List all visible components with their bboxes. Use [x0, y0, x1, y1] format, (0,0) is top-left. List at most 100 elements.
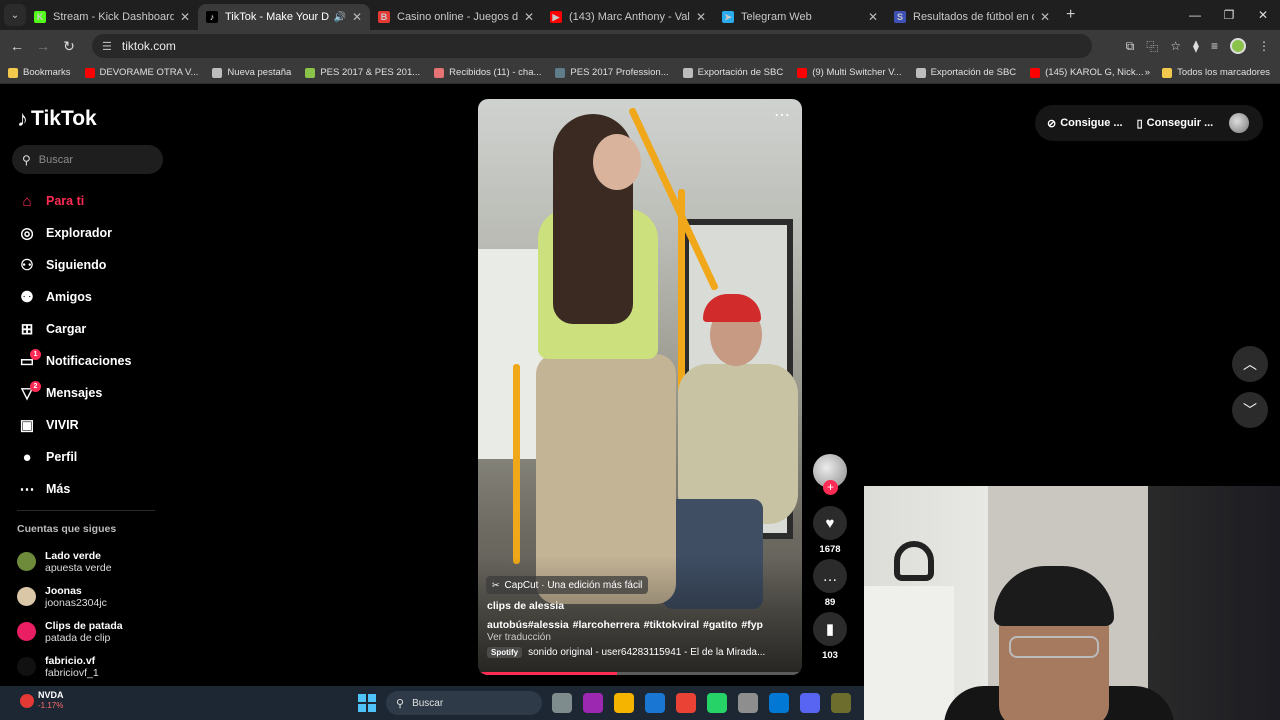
video-author[interactable]: clips de alessia [487, 600, 564, 612]
sidebar-item-upload[interactable]: ⊞ Cargar [17, 313, 167, 345]
friends-icon: ⚉ [20, 289, 34, 306]
search-input[interactable]: ⚲ Buscar [12, 145, 163, 174]
bookmark-item[interactable]: Exportación de SBC [682, 67, 783, 78]
next-video-button[interactable]: ﹀ [1232, 392, 1268, 428]
following-item[interactable]: Lado verde apuesta verde [17, 544, 123, 579]
sidebar-item-messages[interactable]: ▽ 2 Mensajes [17, 377, 167, 409]
close-tab-icon[interactable]: ✕ [524, 10, 534, 24]
bookmark-item[interactable]: (9) Multi Switcher V... [797, 67, 902, 78]
taskbar-app-icon[interactable] [800, 693, 820, 713]
tiktok-logo[interactable]: ♪ TikTok [17, 106, 97, 132]
close-window-icon[interactable]: ✕ [1246, 8, 1280, 22]
get-app-label: Conseguir ... [1146, 117, 1214, 129]
comment-button[interactable]: … [813, 559, 847, 593]
windows-start-icon[interactable] [358, 694, 376, 712]
sidebar-nav: ⌂ Para ti ◎ Explorador ⚇ Siguiendo ⚉ Amigos ⊞ Car… [17, 185, 167, 505]
taskbar-app-icon[interactable] [738, 693, 758, 713]
chevron-right-icon[interactable]: » [1145, 67, 1150, 78]
tab-search-button[interactable]: ⌄ [4, 4, 26, 26]
restore-icon[interactable]: ❐ [1212, 8, 1246, 22]
site-info-icon[interactable]: ☰ [102, 40, 112, 53]
video-player[interactable]: ⋯ ✂ CapCut · Una edición más fácil clips… [478, 99, 802, 675]
new-tab-button[interactable]: + [1066, 6, 1075, 24]
sidebar-item-home[interactable]: ⌂ Para ti [17, 185, 167, 217]
taskbar-app-icon[interactable] [831, 693, 851, 713]
sidebar-item-more[interactable]: ⋯ Más [17, 473, 167, 505]
tab-favicon-icon: B [378, 11, 390, 23]
video-sound[interactable]: Spotify sonido original - user6428311594… [487, 647, 765, 658]
profile-avatar[interactable] [1230, 38, 1246, 54]
browser-tab[interactable]: ➤ Telegram Web ✕ [714, 4, 886, 30]
creator-avatar[interactable]: + [813, 454, 847, 495]
browser-tab[interactable]: S Resultados de fútbol en directo ✕ [886, 4, 1058, 30]
browser-tab[interactable]: ♪ TikTok - Make Your Day 🔊 ✕ [198, 4, 370, 30]
following-item[interactable]: Clips de patada patada de clip [17, 614, 123, 649]
see-translation-link[interactable]: Ver traducción [487, 632, 551, 643]
taskbar-apps [552, 693, 851, 713]
following-item[interactable]: Joonas joonas2304jc [17, 579, 123, 614]
close-tab-icon[interactable]: ✕ [696, 10, 706, 24]
speaker-icon[interactable]: 🔊 [333, 12, 345, 23]
stock-widget[interactable]: NVDA -1.17% [20, 690, 64, 711]
bookmark-item[interactable]: DEVORAME OTRA V... [84, 67, 198, 78]
get-coins-button[interactable]: ⊘ Consigue ... [1047, 117, 1123, 130]
taskbar-app-icon[interactable] [645, 693, 665, 713]
taskbar-app-icon[interactable] [552, 693, 572, 713]
bookmark-item[interactable]: PES 2017 & PES 201... [305, 67, 420, 78]
browser-tab[interactable]: B Casino online - Juegos de casino ✕ [370, 4, 542, 30]
taskbar-app-icon[interactable] [676, 693, 696, 713]
taskbar-search[interactable]: ⚲ Buscar [386, 691, 542, 715]
sidebar-item-compass[interactable]: ◎ Explorador [17, 217, 167, 249]
capcut-badge[interactable]: ✂ CapCut · Una edición más fácil [486, 576, 649, 594]
taskbar-search-placeholder: Buscar [412, 697, 444, 709]
like-button[interactable]: ♥ [813, 506, 847, 540]
sidebar-item-following[interactable]: ⚇ Siguiendo [17, 249, 167, 281]
close-tab-icon[interactable]: ✕ [1040, 10, 1050, 24]
tab-favicon-icon: ♪ [206, 11, 218, 23]
url-field[interactable]: ☰ tiktok.com [92, 34, 1092, 58]
browser-tab[interactable]: ▶ (143) Marc Anthony - Valio La P ✕ [542, 4, 714, 30]
tab-favicon-icon: ▶ [550, 11, 562, 23]
cast-icon[interactable]: ⧉ [1126, 39, 1135, 54]
search-icon: ⚲ [22, 152, 31, 167]
bookmark-item[interactable]: PES 2017 Profession... [555, 67, 669, 78]
close-tab-icon[interactable]: ✕ [868, 10, 878, 24]
browser-tab-strip: ⌄ K Stream - Kick Dashboard ✕ ♪ TikTok - Mak… [0, 0, 1280, 30]
star-icon[interactable]: ☆ [1170, 39, 1181, 53]
save-button[interactable]: ▮ [813, 612, 847, 646]
extensions-icon[interactable]: ⧫ [1193, 39, 1199, 53]
bookmark-item[interactable]: Nueva pestaña [212, 67, 291, 78]
following-item[interactable]: fabricio.vf fabriciovf_1 [17, 649, 123, 684]
video-progress-bar[interactable] [478, 672, 802, 675]
browser-tab[interactable]: K Stream - Kick Dashboard ✕ [26, 4, 198, 30]
bookmark-item[interactable]: (145) KAROL G, Nick... [1030, 67, 1144, 78]
close-tab-icon[interactable]: ✕ [180, 10, 190, 24]
back-icon[interactable]: ← [4, 38, 30, 54]
video-caption[interactable]: autobús#alessia #larcoherrera #tiktokvir… [487, 619, 763, 631]
bookmark-item[interactable]: Recibidos (11) - cha... [434, 67, 541, 78]
sidebar-item-friends[interactable]: ⚉ Amigos [17, 281, 167, 313]
sidebar-item-live[interactable]: ▣ VIVIR [17, 409, 167, 441]
all-bookmarks-button[interactable]: Todos los marcadores [1162, 67, 1270, 78]
bookmark-item[interactable]: Bookmarks [8, 67, 71, 78]
compass-icon: ◎ [20, 225, 34, 242]
follow-plus-icon[interactable]: + [823, 480, 838, 495]
previous-video-button[interactable]: ︿ [1232, 346, 1268, 382]
forward-icon[interactable]: → [30, 38, 56, 54]
sidebar-item-inbox[interactable]: ▭ 1 Notificaciones [17, 345, 167, 377]
close-tab-icon[interactable]: ✕ [352, 10, 362, 24]
sidebar-item-profile[interactable]: ● Perfil [17, 441, 167, 473]
bookmark-item[interactable]: Exportación de SBC [915, 67, 1016, 78]
taskbar-app-icon[interactable] [583, 693, 603, 713]
reload-icon[interactable]: ↻ [56, 38, 82, 55]
taskbar-app-icon[interactable] [769, 693, 789, 713]
user-avatar[interactable] [1229, 113, 1249, 133]
menu-icon[interactable]: ⋮ [1258, 39, 1270, 53]
minimize-icon[interactable]: — [1178, 8, 1212, 22]
taskbar-app-icon[interactable] [707, 693, 727, 713]
get-app-button[interactable]: ▯ Conseguir ... [1137, 117, 1214, 130]
taskbar-app-icon[interactable] [614, 693, 634, 713]
media-icon[interactable]: ≡ [1211, 39, 1218, 53]
translate-icon[interactable]: ⿻ [1146, 38, 1158, 55]
more-options-icon[interactable]: ⋯ [774, 105, 790, 125]
